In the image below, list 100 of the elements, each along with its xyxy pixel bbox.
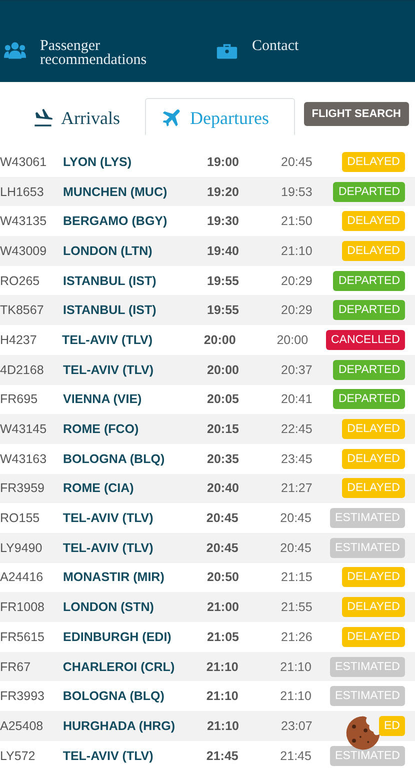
status-badge: DELAYED — [342, 597, 405, 618]
flight-number: A25408 — [0, 718, 44, 733]
estimated-time: 21:45 — [280, 748, 312, 763]
estimated-time: 23:07 — [281, 718, 314, 733]
status-badge: DELAYED — [342, 419, 405, 440]
estimated-time: 20:45 — [281, 154, 314, 169]
estimated-time: 20:37 — [281, 362, 314, 377]
scheduled-time: 19:20 — [207, 184, 240, 199]
destination: MUNCHEN (MUC) — [63, 184, 168, 199]
destination: EDINBURGH (EDI) — [63, 630, 172, 644]
status-badge: DEPARTED — [333, 270, 405, 291]
scheduled-time: 21:00 — [207, 600, 240, 614]
status-badge: DELAYED — [342, 478, 405, 498]
status-badge: DEPARTED — [333, 182, 405, 202]
estimated-time: 22:45 — [281, 422, 314, 436]
cookie-icon[interactable] — [345, 715, 381, 751]
status-badge: DEPARTED — [333, 360, 405, 380]
flight-number: RO265 — [0, 274, 41, 288]
scheduled-time: 20:50 — [207, 570, 240, 584]
status-badge: ED — [379, 716, 405, 736]
scheduled-time: 19:30 — [207, 214, 240, 228]
flight-search-button[interactable]: FLIGHT SEARCH — [304, 102, 409, 126]
estimated-time: 21:50 — [281, 214, 314, 228]
scheduled-time: 21:10 — [206, 689, 240, 704]
flight-number: FR67 — [0, 660, 32, 674]
tab[interactable]: Arrivals — [30, 98, 135, 135]
flight-number: RO155 — [0, 511, 41, 526]
flight-number: W43145 — [0, 422, 48, 436]
flight-number: LY9490 — [0, 540, 44, 555]
scheduled-time: 21:45 — [206, 748, 240, 763]
destination: MONASTIR (MIR) — [63, 570, 166, 584]
flight-number: TK8567 — [0, 303, 45, 318]
destination: BERGAMO (BGY) — [63, 214, 168, 228]
flight-number: A24416 — [0, 570, 44, 584]
scheduled-time: 20:00 — [207, 362, 240, 377]
flight-number: LH1653 — [0, 184, 45, 199]
briefcase-icon — [216, 41, 238, 60]
estimated-time: 19:53 — [281, 184, 314, 199]
status-badge: DELAYED — [342, 240, 405, 261]
status-badge: DELAYED — [342, 152, 405, 172]
destination: ISTANBUL (IST) — [63, 303, 158, 318]
flight-number: H4237 — [0, 332, 38, 347]
destination: TEL-AVIV (TLV) — [62, 511, 154, 526]
plane-icon — [33, 108, 53, 128]
status-badge: DELAYED — [342, 626, 405, 647]
destination: ROME (CIA) — [63, 481, 135, 496]
estimated-time: 20:29 — [281, 274, 314, 288]
people-icon — [4, 41, 26, 60]
estimated-time: 20:45 — [280, 511, 312, 526]
destination: ISTANBUL (IST) — [63, 274, 158, 288]
scheduled-time: 20:45 — [206, 540, 240, 555]
flight-number: 4D2168 — [0, 362, 45, 377]
scheduled-time: 19:55 — [207, 303, 240, 318]
flight-number: W43163 — [0, 452, 48, 466]
plane-icon — [162, 108, 182, 128]
estimated-time: 21:55 — [281, 600, 314, 614]
scheduled-time: 20:40 — [207, 481, 240, 496]
estimated-time: 21:26 — [281, 630, 314, 644]
flight-number: LY572 — [0, 748, 36, 763]
flight-number: FR5615 — [0, 630, 46, 644]
destination: TEL-AVIV (TLV) — [62, 332, 154, 347]
estimated-time: 21:27 — [281, 481, 314, 496]
flight-number: FR695 — [0, 392, 39, 406]
destination: LONDON (STN) — [63, 600, 155, 614]
scheduled-time: 20:15 — [207, 422, 240, 436]
destination: ROME (FCO) — [63, 422, 140, 436]
flight-number: FR3993 — [0, 689, 46, 704]
destination: LONDON (LTN) — [63, 244, 154, 258]
status-badge: CANCELLED — [326, 330, 405, 350]
destination: LYON (LYS) — [63, 154, 133, 169]
status-badge: DELAYED — [342, 567, 405, 588]
estimated-time: 23:45 — [281, 452, 314, 466]
flight-number: W43009 — [0, 244, 48, 258]
flight-number: FR3959 — [0, 481, 46, 496]
estimated-time: 21:10 — [280, 689, 312, 704]
destination: HURGHADA (HRG) — [63, 718, 176, 733]
scheduled-time: 20:05 — [207, 392, 240, 406]
destination: TEL-AVIV (TLV) — [62, 748, 154, 763]
estimated-time: 21:15 — [281, 570, 314, 584]
status-badge: DELAYED — [342, 448, 405, 469]
scheduled-time: 20:00 — [204, 332, 237, 347]
scheduled-time: 19:40 — [207, 244, 240, 258]
scheduled-time: 21:10 — [207, 718, 240, 733]
scheduled-time: 20:35 — [207, 452, 240, 466]
flight-number: W43061 — [0, 154, 48, 169]
status-badge: DEPARTED — [333, 300, 405, 320]
destination: CHARLEROI (CRL) — [62, 660, 176, 674]
scheduled-time: 20:45 — [206, 511, 240, 526]
estimated-time: 20:41 — [281, 392, 314, 406]
menu-link[interactable]: Passenger recommendations — [40, 39, 180, 67]
destination: TEL-AVIV (TLV) — [63, 362, 154, 377]
scheduled-time: 19:55 — [207, 274, 240, 288]
scheduled-time: 21:05 — [207, 630, 240, 644]
estimated-time: 20:29 — [281, 303, 314, 318]
destination: BOLOGNA (BLQ) — [63, 452, 166, 466]
destination: VIENNA (VIE) — [63, 392, 143, 406]
flight-number: W43135 — [0, 214, 48, 228]
menu-link[interactable]: Contact — [252, 39, 392, 53]
estimated-time: 21:10 — [281, 244, 314, 258]
scheduled-time: 21:10 — [206, 660, 240, 674]
